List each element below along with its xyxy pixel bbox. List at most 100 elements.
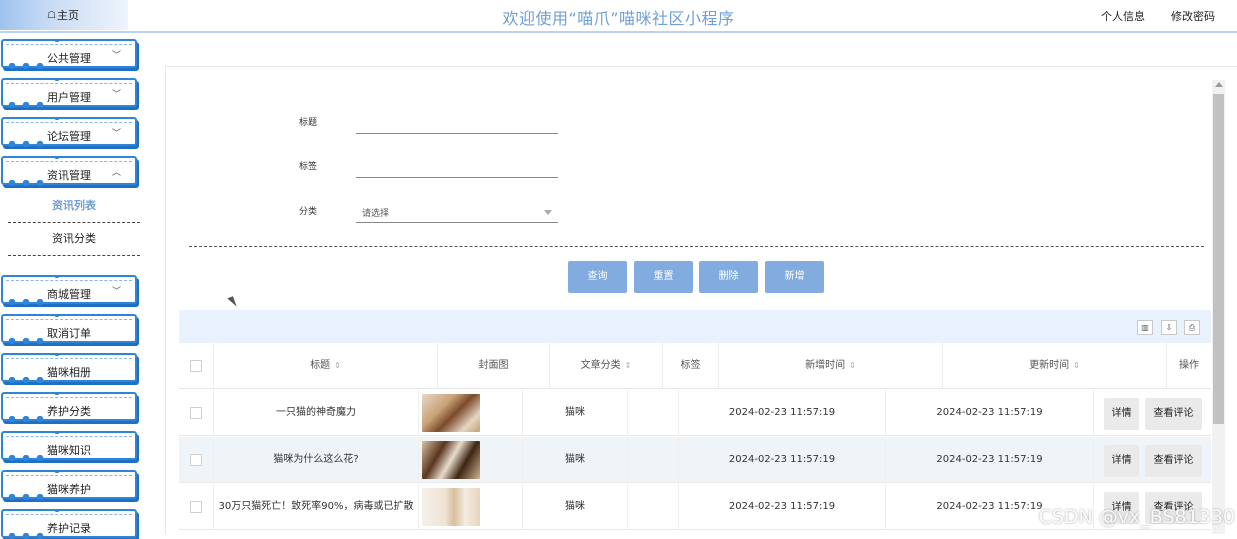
export-icon[interactable]: ⇩ (1161, 320, 1177, 335)
tag-filter-input[interactable] (356, 156, 558, 178)
created-cell: 2024-02-23 11:57:19 (679, 390, 886, 436)
print-icon[interactable]: ⎙ (1184, 320, 1200, 335)
category-cell: 猫咪 (523, 390, 628, 436)
chevron-down-icon: ﹀ (112, 284, 121, 297)
sidebar-menu-public[interactable]: 公共管理 ﹀ (1, 39, 137, 68)
sort-icon[interactable]: ⇕ (1073, 361, 1080, 370)
category-cell: 猫咪 (523, 484, 628, 530)
row-select-cell (179, 390, 214, 436)
category-filter-row: 分类 请选择 (299, 201, 558, 223)
sidebar-menu-cat-care[interactable]: 猫咪养护 (1, 470, 137, 499)
title-cell: 一只猫的神奇魔力 (214, 390, 419, 436)
row-checkbox[interactable] (190, 454, 202, 466)
cover-image (422, 394, 480, 432)
header-links: 个人信息 修改密码 (1101, 8, 1215, 24)
category-cell: 猫咪 (523, 437, 628, 483)
sidebar-menu-shop[interactable]: 商城管理 ﹀ (1, 275, 137, 304)
top-header: ☖ 主页 欢迎使用“喵爪”喵咪社区小程序 个人信息 修改密码 (0, 0, 1237, 33)
col-actions: 操作 (1167, 343, 1211, 389)
tag-cell (628, 437, 679, 483)
col-category[interactable]: 文章分类 ⇕ (550, 343, 663, 389)
cover-image (422, 441, 480, 479)
sidebar-menu-label: 猫咪知识 (3, 442, 135, 458)
change-password-link[interactable]: 修改密码 (1171, 8, 1215, 24)
details-button[interactable]: 详情 (1104, 398, 1139, 430)
cover-image (422, 488, 480, 526)
sidebar-menu-cat-knowledge[interactable]: 猫咪知识 (1, 431, 137, 460)
sidebar-menu-label: 养护分类 (3, 403, 135, 419)
details-button[interactable]: 详情 (1104, 445, 1139, 477)
col-category-label: 文章分类 (581, 360, 621, 371)
sort-icon[interactable]: ⇕ (625, 361, 632, 370)
category-select-placeholder: 请选择 (362, 209, 389, 219)
col-tag: 标签 (663, 343, 719, 389)
add-button[interactable]: 新增 (765, 261, 824, 293)
col-cover: 封面图 (438, 343, 550, 389)
form-divider (189, 246, 1204, 247)
title-cell: 猫咪为什么这么花? (214, 437, 419, 483)
table-row: 一只猫的神奇魔力 猫咪 2024-02-23 11:57:19 2024-02-… (179, 390, 1211, 436)
header-select-cell (179, 343, 214, 389)
category-filter-label: 分类 (299, 204, 356, 223)
updated-cell: 2024-02-23 11:57:19 (886, 437, 1094, 483)
view-comments-button[interactable]: 查看评论 (1145, 445, 1202, 477)
tag-filter-row: 标签 (299, 156, 558, 178)
caret-down-icon (544, 210, 552, 215)
table-toolbar: ▥ ⇩ ⎙ (179, 310, 1211, 343)
table-row: 猫咪为什么这么花? 猫咪 2024-02-23 11:57:19 2024-02… (179, 437, 1211, 483)
col-updated-label: 更新时间 (1029, 360, 1069, 371)
sort-icon[interactable]: ⇕ (334, 361, 341, 370)
col-tag-label: 标签 (681, 360, 701, 371)
select-all-checkbox[interactable] (190, 360, 202, 372)
col-cover-label: 封面图 (479, 360, 509, 371)
sidebar-item-news-category[interactable]: 资讯分类 (8, 224, 140, 256)
title-filter-row: 标题 (299, 112, 558, 134)
sidebar-menu-care-category[interactable]: 养护分类 (1, 392, 137, 421)
created-cell: 2024-02-23 11:57:19 (679, 484, 886, 530)
sidebar-menu-label: 猫咪相册 (3, 364, 135, 380)
tag-cell (628, 390, 679, 436)
cover-cell (419, 390, 523, 436)
row-checkbox[interactable] (190, 501, 202, 513)
delete-button[interactable]: 删除 (699, 261, 758, 293)
chevron-down-icon: ﹀ (112, 87, 121, 100)
sidebar-menu-users[interactable]: 用户管理 ﹀ (1, 78, 137, 107)
row-select-cell (179, 437, 214, 483)
columns-icon[interactable]: ▥ (1137, 320, 1153, 335)
sidebar-menu-forum[interactable]: 论坛管理 ﹀ (1, 117, 137, 146)
cover-cell (419, 437, 523, 483)
title-filter-label: 标题 (299, 115, 356, 134)
sidebar-menu-label: 猫咪养护 (3, 481, 135, 497)
cover-cell (419, 484, 523, 530)
col-title[interactable]: 标题 ⇕ (214, 343, 438, 389)
page-title: 欢迎使用“喵爪”喵咪社区小程序 (0, 5, 1237, 29)
row-checkbox[interactable] (190, 407, 202, 419)
vertical-scrollbar[interactable] (1212, 80, 1225, 534)
sidebar-menu-label: 取消订单 (3, 325, 135, 341)
category-select[interactable]: 请选择 (356, 201, 558, 223)
scroll-up-icon[interactable] (1215, 82, 1223, 87)
sidebar-item-news-list[interactable]: 资讯列表 (8, 191, 140, 223)
query-button[interactable]: 查询 (568, 261, 627, 293)
chevron-up-icon: ︿ (112, 165, 121, 178)
watermark: CSDN @vx_BS81330 (1039, 506, 1235, 528)
scrollbar-thumb[interactable] (1213, 94, 1224, 424)
updated-cell: 2024-02-23 11:57:19 (886, 390, 1094, 436)
created-cell: 2024-02-23 11:57:19 (679, 437, 886, 483)
sidebar-menu-cancel-orders[interactable]: 取消订单 (1, 314, 137, 343)
col-created-label: 新增时间 (805, 360, 845, 371)
col-created[interactable]: 新增时间 ⇕ (719, 343, 943, 389)
tag-filter-label: 标签 (299, 159, 356, 178)
col-title-label: 标题 (310, 360, 330, 371)
reset-button[interactable]: 重置 (634, 261, 693, 293)
sort-icon[interactable]: ⇕ (849, 361, 856, 370)
view-comments-button[interactable]: 查看评论 (1145, 398, 1202, 430)
table-header: 标题 ⇕ 封面图 文章分类 ⇕ 标签 新增时间 ⇕ 更新时间 ⇕ 操作 (179, 343, 1211, 389)
sidebar-menu-cat-album[interactable]: 猫咪相册 (1, 353, 137, 382)
col-actions-label: 操作 (1179, 360, 1199, 371)
sidebar-menu-news[interactable]: 资讯管理 ︿ (1, 156, 137, 185)
profile-link[interactable]: 个人信息 (1101, 8, 1145, 24)
col-updated[interactable]: 更新时间 ⇕ (943, 343, 1167, 389)
chevron-down-icon: ﹀ (112, 126, 121, 139)
title-filter-input[interactable] (356, 112, 558, 134)
